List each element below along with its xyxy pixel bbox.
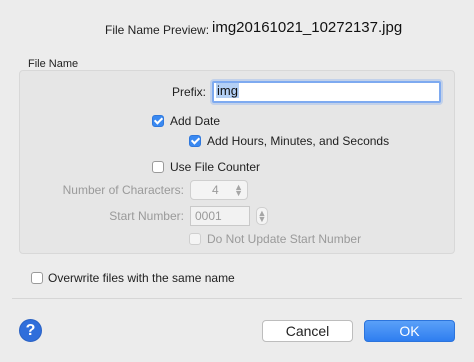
prefix-value: img [216,83,239,98]
help-button[interactable]: ? [19,319,42,342]
file-name-preview-label: File Name Preview: [105,23,210,37]
ok-button[interactable]: OK [364,320,455,342]
use-file-counter-checkbox[interactable] [152,161,164,173]
overwrite-files-label: Overwrite files with the same name [48,271,235,285]
do-not-update-start-number-label: Do Not Update Start Number [207,232,362,246]
add-time-checkbox[interactable] [189,135,201,147]
add-date-checkbox[interactable] [152,115,164,127]
start-number-value: 0001 [195,209,222,223]
do-not-update-start-number-checkbox[interactable] [189,233,201,245]
start-number-label: Start Number: [109,209,184,223]
file-name-group-title: File Name [28,58,79,70]
stepper-arrows-icon: ▲ ▼ [257,208,267,224]
use-file-counter-label: Use File Counter [170,160,261,174]
overwrite-files-checkbox[interactable] [31,272,43,284]
chevron-up-down-icon: ▲ ▼ [234,182,243,198]
add-time-label: Add Hours, Minutes, and Seconds [207,134,390,148]
footer-divider [12,298,462,299]
cancel-button[interactable]: Cancel [262,320,353,342]
number-of-characters-label: Number of Characters: [62,183,184,197]
number-of-characters-value: 4 [212,183,219,197]
start-number-input[interactable]: 0001 [190,206,250,226]
start-number-stepper[interactable]: ▲ ▼ [256,207,268,225]
add-date-label: Add Date [170,114,221,128]
file-name-preview-value: img20161021_10272137.jpg [212,19,403,36]
prefix-label: Prefix: [171,85,206,99]
prefix-input[interactable]: img [212,81,441,103]
question-mark-icon: ? [25,321,36,339]
number-of-characters-select[interactable]: 4 ▲ ▼ [190,180,248,200]
